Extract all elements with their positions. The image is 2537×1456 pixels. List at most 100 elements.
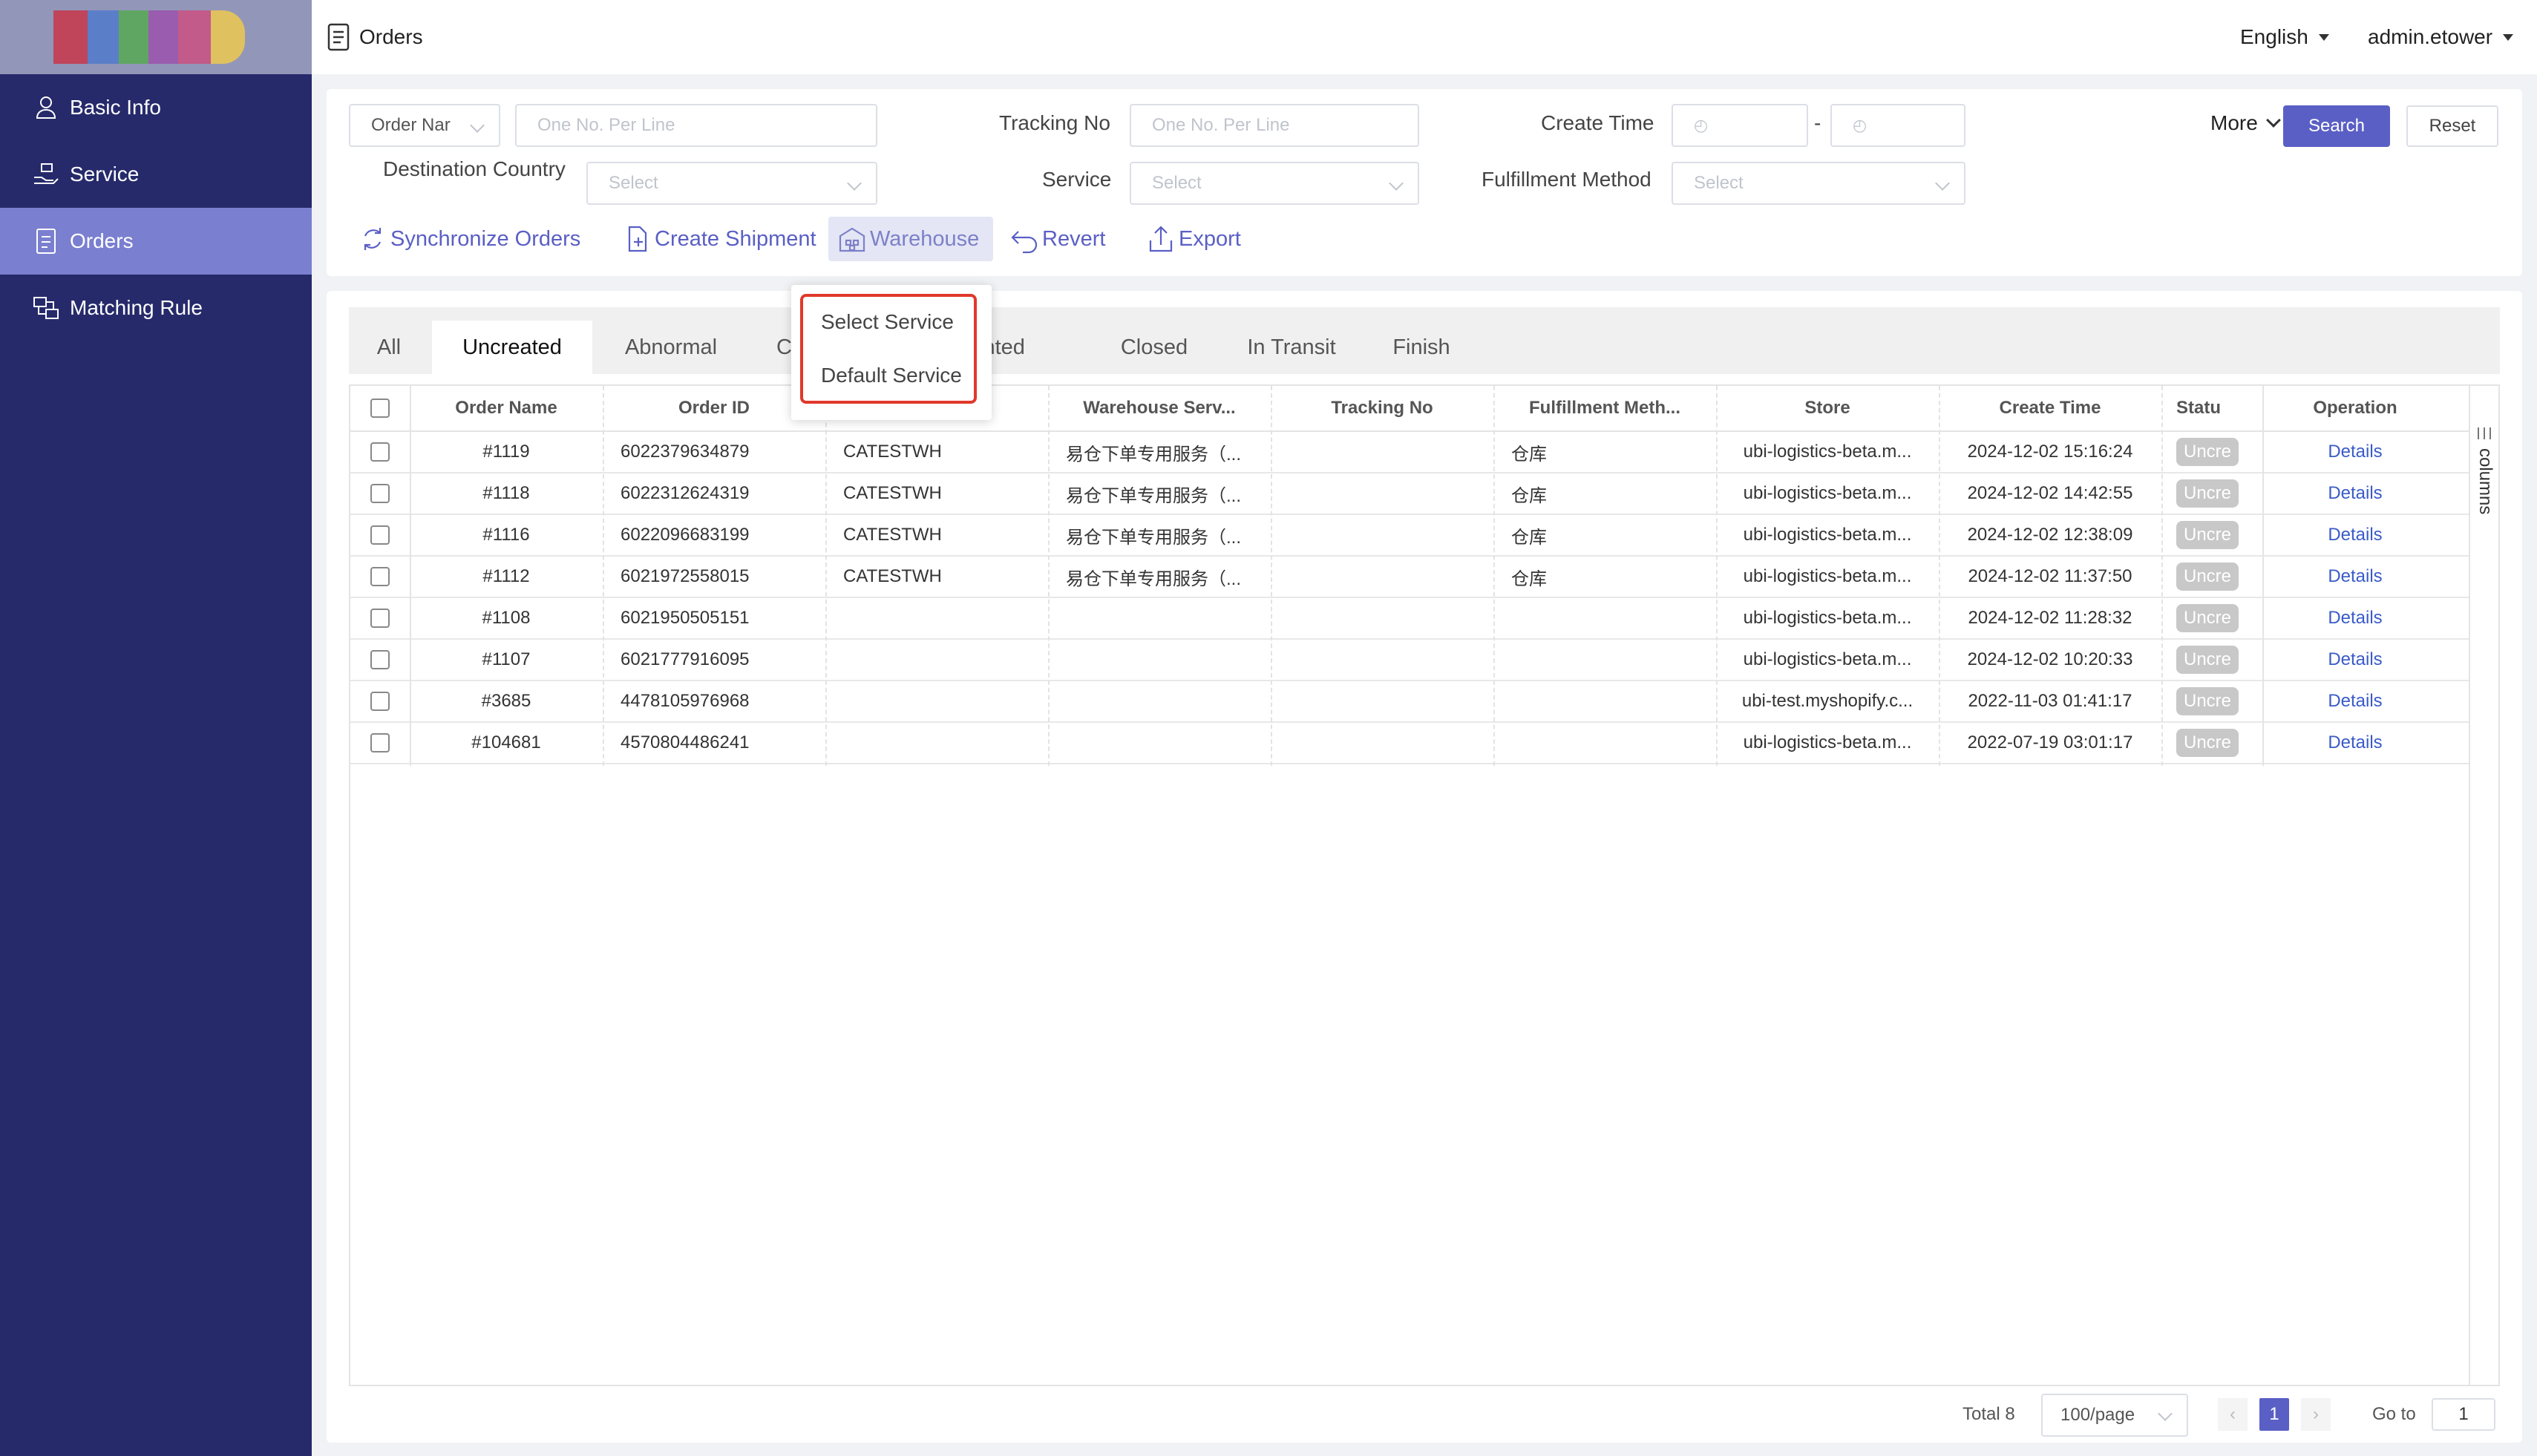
table-cell-id: 4570804486241 xyxy=(621,732,750,752)
row-checkbox[interactable] xyxy=(350,681,410,721)
sidebar-item-matching-rule[interactable]: Matching Rule xyxy=(0,275,312,341)
status-cell: Uncre xyxy=(2161,681,2262,721)
table-row[interactable]: #104681 4570804486241 ubi-logistics-beta.m… xyxy=(350,723,2472,764)
prev-page-button[interactable]: ‹ xyxy=(2218,1398,2248,1431)
table-row[interactable]: #1112 6021972558015 CATESTWH 易仓下单专用服务（... 仓库… xyxy=(350,557,2472,598)
table-row[interactable]: #1116 6022096683199 CATESTWH 易仓下单专用服务（... 仓库… xyxy=(350,515,2472,557)
column-header[interactable]: Operation xyxy=(2262,386,2448,430)
table-row[interactable]: #1119 6022379634879 CATESTWH 易仓下单专用服务（... 仓库… xyxy=(350,432,2472,473)
select-all-checkbox[interactable] xyxy=(350,386,410,430)
table-cell-wh: 易仓下单专用服务（... xyxy=(1066,568,1242,589)
table-cell-store: ubi-logistics-beta.m... xyxy=(1743,649,1912,669)
sidebar-item-basic-info[interactable]: Basic Info xyxy=(0,74,312,141)
export-button[interactable]: Export xyxy=(1137,217,1250,261)
table-cell-name: #1107 xyxy=(482,649,531,669)
table-cell-store: ubi-logistics-beta.m... xyxy=(1743,608,1912,628)
table-cell-tracking xyxy=(1271,515,1493,555)
details-link[interactable]: Details xyxy=(2262,723,2448,763)
order-number-input[interactable]: One No. Per Line xyxy=(515,104,877,147)
row-checkbox[interactable] xyxy=(350,473,410,514)
details-link[interactable]: Details xyxy=(2262,598,2448,638)
table-cell-service: CATESTWH xyxy=(843,566,942,586)
language-label: English xyxy=(2240,25,2308,48)
order-type-select[interactable]: Order Nar xyxy=(349,104,500,147)
table-row[interactable]: #3685 4478105976968 ubi-test.myshopify.c..… xyxy=(350,681,2472,723)
table-cell-store: ubi-test.myshopify.c... xyxy=(1741,691,1914,711)
table-cell-fulfill: 仓库 xyxy=(1511,485,1547,506)
fulfillment-method-select[interactable]: Select xyxy=(1672,162,1965,205)
details-link[interactable]: Details xyxy=(2262,557,2448,597)
destination-country-select[interactable]: Select xyxy=(586,162,877,205)
goto-page-input[interactable]: 1 xyxy=(2432,1398,2495,1431)
search-button[interactable]: Search xyxy=(2283,105,2390,147)
create-shipment-button[interactable]: Create Shipment xyxy=(613,217,825,261)
table-cell-service xyxy=(825,598,1048,638)
user-name: admin.etower xyxy=(2368,25,2493,48)
details-link[interactable]: Details xyxy=(2262,432,2448,472)
row-checkbox[interactable] xyxy=(350,640,410,680)
sidebar-item-label: Matching Rule xyxy=(70,296,203,319)
row-checkbox[interactable] xyxy=(350,598,410,638)
column-divider xyxy=(1493,386,1495,766)
start-date-input[interactable]: ◴ xyxy=(1672,104,1808,147)
table-cell-store: ubi-logistics-beta.m... xyxy=(1743,732,1912,752)
tab-uncreated[interactable]: Uncreated xyxy=(432,321,592,374)
tab-all[interactable]: All xyxy=(349,321,429,374)
details-link[interactable]: Details xyxy=(2262,640,2448,680)
columns-toggle[interactable]: columns xyxy=(2469,386,2498,1385)
column-header[interactable]: Fulfillment Meth... xyxy=(1493,386,1716,430)
end-date-input[interactable]: ◴ xyxy=(1830,104,1965,147)
column-header[interactable]: Statu xyxy=(2161,386,2262,430)
row-checkbox[interactable] xyxy=(350,432,410,472)
columns-icon xyxy=(2478,427,2491,439)
table-cell-id: 6021777916095 xyxy=(621,649,750,669)
page-size-select[interactable]: 100/page xyxy=(2041,1394,2188,1437)
column-header[interactable]: Store xyxy=(1716,386,1939,430)
columns-label: columns xyxy=(2475,448,2495,515)
status-cell: Uncre xyxy=(2161,723,2262,763)
sidebar-item-service[interactable]: Service xyxy=(0,141,312,208)
table-row[interactable]: #1118 6022312624319 CATESTWH 易仓下单专用服务（... 仓库… xyxy=(350,473,2472,515)
details-link[interactable]: Details xyxy=(2262,515,2448,555)
row-checkbox[interactable] xyxy=(350,723,410,763)
service-select[interactable]: Select xyxy=(1130,162,1419,205)
sidebar-item-orders[interactable]: Orders xyxy=(0,208,312,275)
page-title-text: Orders xyxy=(359,25,423,48)
next-page-button[interactable]: › xyxy=(2301,1398,2331,1431)
column-header[interactable]: Order Name xyxy=(410,386,603,430)
column-divider xyxy=(603,386,604,766)
synchronize-orders-button[interactable]: Synchronize Orders xyxy=(349,217,589,261)
table-cell-time: 2022-11-03 01:41:17 xyxy=(1968,691,2132,711)
table-cell-time: 2024-12-02 12:38:09 xyxy=(1967,525,2133,545)
column-header[interactable]: Create Time xyxy=(1939,386,2161,430)
table-cell-name: #3685 xyxy=(481,691,531,711)
default-service-option[interactable]: Default Service xyxy=(821,364,962,387)
tracking-number-input[interactable]: One No. Per Line xyxy=(1130,104,1419,147)
checkbox-icon xyxy=(370,567,390,586)
column-header[interactable]: Tracking No xyxy=(1271,386,1493,430)
warehouse-button[interactable]: Warehouse xyxy=(828,217,993,261)
row-checkbox[interactable] xyxy=(350,515,410,555)
details-link[interactable]: Details xyxy=(2262,681,2448,721)
row-checkbox[interactable] xyxy=(350,557,410,597)
tab-abnormal[interactable]: Abnormal xyxy=(594,321,748,374)
tab-closed[interactable]: Closed xyxy=(1091,321,1217,374)
select-service-option[interactable]: Select Service xyxy=(821,310,954,334)
reset-button[interactable]: Reset xyxy=(2406,105,2498,147)
page-number-current[interactable]: 1 xyxy=(2259,1398,2289,1431)
table-row[interactable]: #1107 6021777916095 ubi-logistics-beta.m..… xyxy=(350,640,2472,681)
column-divider xyxy=(2161,386,2163,766)
user-menu[interactable]: admin.etower xyxy=(2368,25,2514,49)
column-header[interactable]: Warehouse Serv... xyxy=(1048,386,1271,430)
table-cell-wh xyxy=(1048,598,1271,638)
table-row[interactable]: #1108 6021950505151 ubi-logistics-beta.m..… xyxy=(350,598,2472,640)
more-toggle[interactable]: More xyxy=(2210,111,2281,135)
tab-in-transit[interactable]: In Transit xyxy=(1217,321,1366,374)
details-link[interactable]: Details xyxy=(2262,473,2448,514)
warehouse-icon xyxy=(839,227,865,252)
revert-button[interactable]: Revert xyxy=(1001,217,1114,261)
column-divider xyxy=(1271,386,1272,766)
column-divider xyxy=(1939,386,1940,766)
language-selector[interactable]: English xyxy=(2240,25,2329,49)
tab-finish[interactable]: Finish xyxy=(1366,321,1477,374)
